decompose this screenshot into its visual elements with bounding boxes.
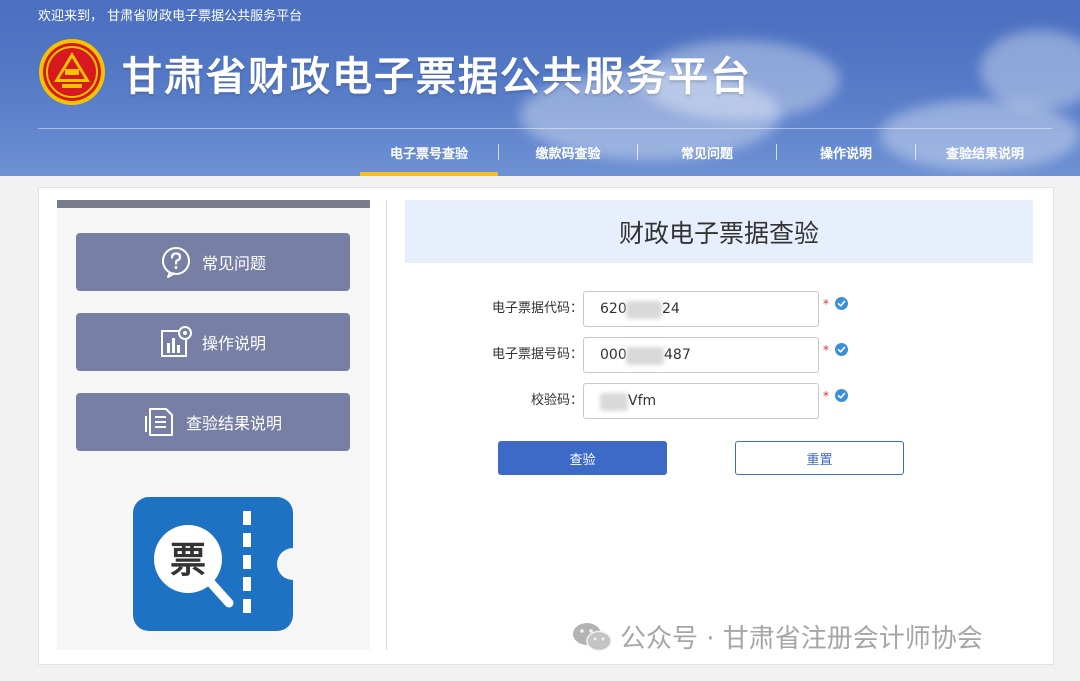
sidebar-top-bar [57, 200, 370, 208]
required-mark: * [823, 297, 829, 311]
main-content: 常见问题 操作说明 查验结果说明 票 财政电子票据查验 电子票据代码： 620 … [38, 187, 1054, 665]
site-header: 欢迎来到， 甘肃省财政电子票据公共服务平台 甘肃省财政电子票据公共服务平台 电子… [0, 0, 1080, 176]
redaction-mask [600, 393, 628, 411]
nav-item-result-explanation[interactable]: 查验结果说明 [916, 128, 1054, 176]
app-icon-glyph: 票 [170, 540, 206, 581]
ticket-number-input[interactable]: 000 487 [583, 337, 819, 373]
sidebar-item-instructions[interactable]: 操作说明 [76, 313, 350, 371]
ticket-search-app-icon: 票 [133, 497, 293, 631]
ticket-number-value-prefix: 000 [600, 347, 627, 363]
ticket-code-value-suffix: 24 [662, 301, 680, 317]
nav-item-ticket-number-check[interactable]: 电子票号查验 [360, 128, 498, 176]
ticket-number-label: 电子票据号码： [491, 347, 583, 362]
verify-code-label: 校验码： [530, 393, 583, 408]
check-circle-icon [835, 297, 848, 310]
emblem-logo-icon [39, 39, 105, 105]
reset-button[interactable]: 重置 [735, 441, 904, 475]
site-title: 甘肃省财政电子票据公共服务平台 [122, 54, 752, 100]
panel-title: 财政电子票据查验 [405, 200, 1033, 263]
verify-code-input[interactable]: Vfm [583, 383, 819, 419]
nav-item-faq[interactable]: 常见问题 [638, 128, 776, 176]
ticket-number-value-suffix: 487 [664, 347, 691, 363]
ticket-code-label: 电子票据代码： [491, 301, 583, 316]
nav-item-label: 缴款码查验 [535, 146, 601, 162]
vertical-divider [386, 200, 387, 650]
wechat-watermark: 公众号 · 甘肃省注册会计师协会 [572, 618, 983, 655]
welcome-text: 欢迎来到， 甘肃省财政电子票据公共服务平台 [38, 9, 303, 24]
document-icon [144, 406, 176, 438]
sidebar-item-label: 操作说明 [201, 334, 266, 353]
question-icon [160, 246, 192, 278]
verify-button[interactable]: 查验 [498, 441, 667, 475]
check-circle-icon [835, 343, 848, 356]
field-row-ticket-number: 电子票据号码： 000 487 * [405, 337, 1045, 373]
ticket-code-input[interactable]: 620 24 [583, 291, 819, 327]
check-circle-icon [835, 389, 848, 402]
sidebar-item-result-explanation[interactable]: 查验结果说明 [76, 393, 350, 451]
nav-item-instructions[interactable]: 操作说明 [777, 128, 915, 176]
chart-settings-icon [160, 326, 192, 358]
redaction-mask [626, 347, 664, 365]
required-mark: * [823, 343, 829, 357]
sidebar-item-label: 常见问题 [201, 254, 266, 273]
nav-item-label: 常见问题 [680, 146, 733, 162]
main-nav: 电子票号查验 缴款码查验 常见问题 操作说明 查验结果说明 [360, 128, 1054, 176]
sidebar-item-faq[interactable]: 常见问题 [76, 233, 350, 291]
field-row-verify-code: 校验码： Vfm * [405, 383, 1045, 419]
verify-code-value-suffix: Vfm [628, 393, 657, 409]
wechat-icon [573, 622, 612, 651]
nav-item-label: 操作说明 [819, 146, 872, 162]
nav-item-label: 查验结果说明 [945, 146, 1024, 162]
redaction-mask [626, 301, 662, 319]
required-mark: * [823, 389, 829, 403]
nav-item-label: 电子票号查验 [389, 146, 468, 162]
nav-item-payment-code-check[interactable]: 缴款码查验 [499, 128, 637, 176]
ticket-code-value-prefix: 620 [600, 301, 627, 317]
sidebar: 常见问题 操作说明 查验结果说明 票 [57, 200, 370, 650]
sidebar-item-label: 查验结果说明 [185, 414, 282, 433]
watermark-text: 公众号 · 甘肃省注册会计师协会 [620, 624, 983, 654]
field-row-ticket-code: 电子票据代码： 620 24 * [405, 291, 1045, 327]
